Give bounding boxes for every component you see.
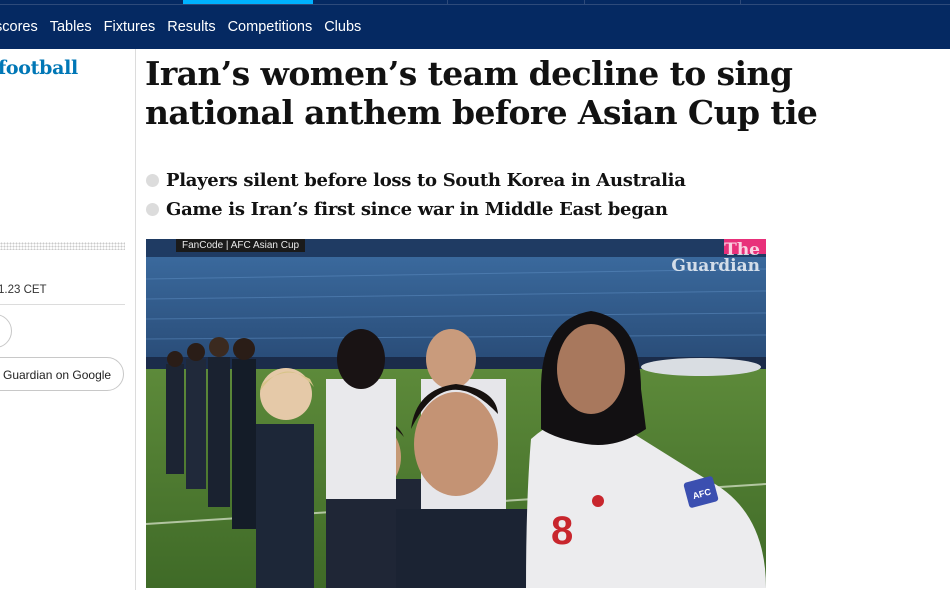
nav-divider xyxy=(740,0,741,5)
nav-item-clubs[interactable]: Clubs xyxy=(324,19,361,35)
standfirst-item: Players silent before loss to South Kore… xyxy=(146,166,846,195)
top-navigation-bar: scores Tables Fixtures Results Competiti… xyxy=(0,0,950,49)
guardian-watermark: The Guardian xyxy=(671,242,760,276)
standfirst-list: Players silent before loss to South Kore… xyxy=(146,166,846,224)
left-meta-column: football 1.23 CET Guardian on Google xyxy=(0,49,136,590)
google-button-label: Guardian on Google xyxy=(3,368,112,382)
watermark-line: Guardian xyxy=(671,256,760,276)
nav-item-competitions[interactable]: Competitions xyxy=(228,19,313,35)
section-link-football[interactable]: football xyxy=(0,57,78,79)
nav-top-rule xyxy=(0,4,950,5)
nav-item-scores[interactable]: scores xyxy=(0,19,38,35)
nav-divider xyxy=(447,0,448,5)
bullet-dot-icon xyxy=(146,174,159,187)
stadium-scene: AFC 8 xyxy=(146,239,766,588)
standfirst-item: Game is Iran’s first since war in Middle… xyxy=(146,195,846,224)
dotted-divider xyxy=(0,242,125,250)
pitch-banner xyxy=(641,358,761,376)
football-subnav: scores Tables Fixtures Results Competiti… xyxy=(0,19,373,35)
crest-icon xyxy=(592,495,604,507)
nav-item-tables[interactable]: Tables xyxy=(50,19,92,35)
nav-divider xyxy=(584,0,585,5)
article-headline: Iran’s women’s team decline to sing nati… xyxy=(145,54,818,132)
nav-item-results[interactable]: Results xyxy=(167,19,215,35)
bullet-dot-icon xyxy=(146,203,159,216)
standfirst-text: Players silent before loss to South Kore… xyxy=(166,170,686,191)
standfirst-text: Game is Iran’s first since war in Middle… xyxy=(166,199,668,220)
broadcast-label: FanCode | AFC Asian Cup xyxy=(176,239,306,252)
meta-divider xyxy=(0,304,125,305)
ball-kid xyxy=(256,368,314,588)
google-preferred-source-button[interactable]: Guardian on Google xyxy=(0,357,124,391)
publish-timestamp: 1.23 CET xyxy=(0,284,47,296)
share-button[interactable] xyxy=(0,314,12,348)
shirt-number: 8 xyxy=(551,509,573,553)
nav-item-fixtures[interactable]: Fixtures xyxy=(104,19,156,35)
nav-active-indicator xyxy=(183,0,313,4)
main-video-still[interactable]: AFC 8 FanCode | AFC Asian Cup The Guardi… xyxy=(146,239,766,588)
